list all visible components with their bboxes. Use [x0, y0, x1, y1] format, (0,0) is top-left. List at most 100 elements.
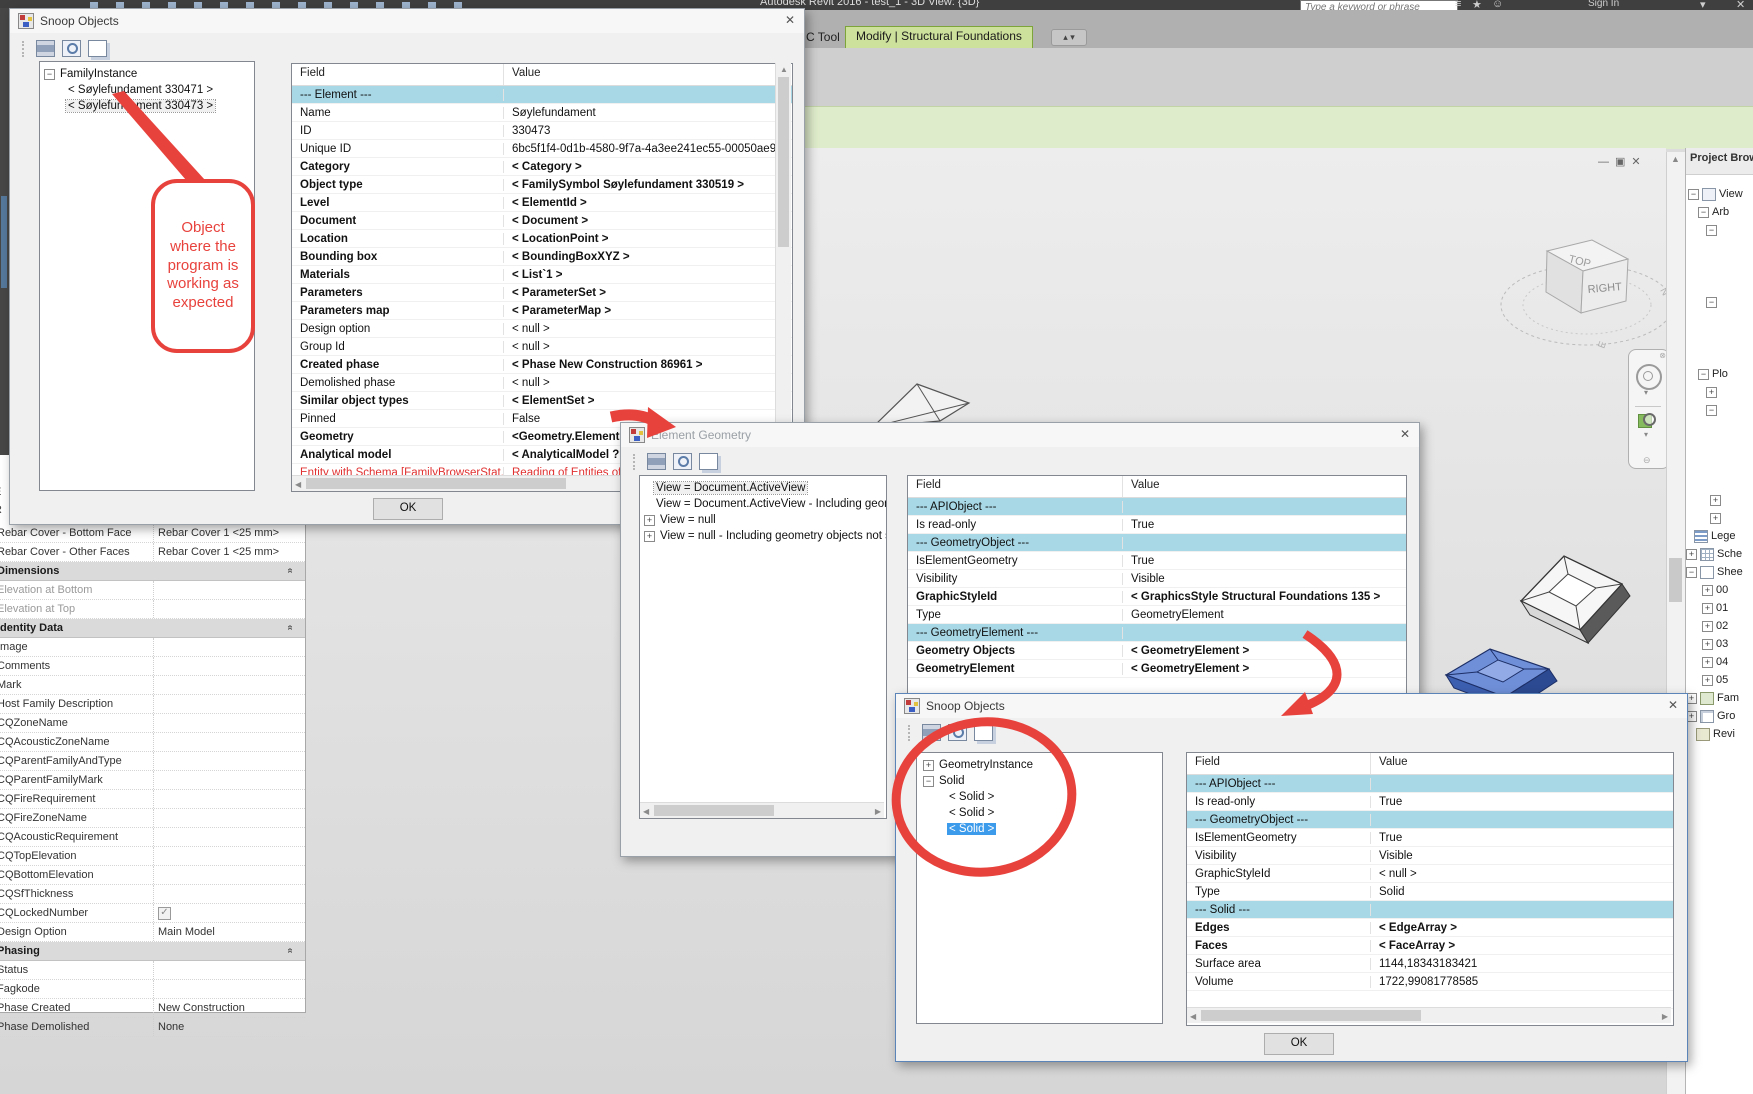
- ribbon-tab-tool[interactable]: C Tool: [806, 30, 840, 44]
- browser-tree-item[interactable]: +01: [1686, 599, 1753, 617]
- palette-row[interactable]: CQSfThickness: [0, 885, 305, 904]
- palette-row[interactable]: CQLockedNumber✓: [0, 904, 305, 923]
- browser-tree-item[interactable]: +02: [1686, 617, 1753, 635]
- tree-expander-icon[interactable]: +: [644, 531, 655, 542]
- palette-row[interactable]: CQParentFamilyAndType: [0, 752, 305, 771]
- palette-row[interactable]: Fagkode: [0, 980, 305, 999]
- scrollbar-thumb[interactable]: [654, 805, 774, 816]
- scroll-left-icon[interactable]: ◀: [1190, 1012, 1196, 1021]
- dialog-title-bar[interactable]: Element Geometry ✕: [621, 423, 1419, 447]
- close-icon[interactable]: ✕: [1400, 427, 1410, 441]
- column-field-header[interactable]: Field: [908, 476, 1123, 497]
- grid-row[interactable]: Group Id< null >: [292, 338, 792, 356]
- snoop2-property-grid[interactable]: FieldValue--- APIObject ---Is read-onlyT…: [1186, 752, 1674, 1026]
- browser-tree-item[interactable]: −: [1686, 401, 1753, 419]
- dialog-title-bar[interactable]: Snoop Objects ✕: [10, 9, 804, 33]
- grid-row[interactable]: TypeGeometryElement: [908, 606, 1406, 624]
- browser-tree-item[interactable]: −Shee: [1686, 563, 1753, 581]
- tree-expander-icon[interactable]: +: [1702, 639, 1713, 650]
- browser-tree-item[interactable]: Lege: [1686, 527, 1753, 545]
- palette-row[interactable]: CQAcousticZoneName: [0, 733, 305, 752]
- grid-row[interactable]: --- GeometryElement ---: [908, 624, 1406, 642]
- grid-row[interactable]: Surface area1144,18343183421: [1187, 955, 1673, 973]
- grid-row[interactable]: Materials< List`1 >: [292, 266, 792, 284]
- navbar-collapse-icon[interactable]: ⊖: [1643, 455, 1651, 466]
- palette-row[interactable]: Elevation at Bottom: [0, 581, 305, 600]
- grid-row[interactable]: Parameters< ParameterSet >: [292, 284, 792, 302]
- grid-row[interactable]: ID330473: [292, 122, 792, 140]
- browser-tree-item[interactable]: Revi: [1686, 725, 1753, 743]
- scrollbar-thumb[interactable]: [1201, 1010, 1421, 1021]
- tree-node-child[interactable]: < Søylefundament 330471 >: [40, 82, 254, 98]
- help-search-input[interactable]: [1300, 0, 1458, 10]
- grid-row[interactable]: --- GeometryObject ---: [1187, 811, 1673, 829]
- scrollbar-thumb[interactable]: [778, 77, 789, 247]
- tree-node-child[interactable]: < Søylefundament 330473 >: [40, 98, 254, 114]
- browser-tree-item[interactable]: −View: [1686, 185, 1753, 203]
- browser-tree-item[interactable]: +05: [1686, 671, 1753, 689]
- grid-row[interactable]: Document< Document >: [292, 212, 792, 230]
- column-value-header[interactable]: Value: [504, 64, 792, 85]
- scrollbar-up-icon[interactable]: ▲: [1671, 154, 1680, 164]
- palette-row[interactable]: CQAcousticRequirement: [0, 828, 305, 847]
- browser-tree-item[interactable]: −Arb: [1686, 203, 1753, 221]
- browser-tree-item[interactable]: +: [1686, 491, 1753, 509]
- palette-row[interactable]: CQFireZoneName: [0, 809, 305, 828]
- browser-tree-item[interactable]: −Plo: [1686, 365, 1753, 383]
- zoom-dropdown-icon[interactable]: ▾: [1644, 430, 1648, 439]
- ok-button[interactable]: OK: [373, 498, 443, 520]
- palette-value[interactable]: Rebar Cover 1 <25 mm>: [154, 546, 305, 558]
- tree-node[interactable]: View = Document.ActiveView - Including g…: [640, 496, 886, 512]
- column-value-header[interactable]: Value: [1123, 476, 1406, 497]
- eg-property-grid[interactable]: FieldValue--- APIObject ---Is read-onlyT…: [907, 475, 1407, 703]
- navbar-close-icon[interactable]: ⊗: [1659, 351, 1666, 360]
- eg-tree-hscrollbar[interactable]: ◀ ▶: [640, 802, 884, 818]
- help-dropdown-icon[interactable]: ▾: [1700, 0, 1706, 10]
- browser-tree-item[interactable]: −: [1686, 221, 1753, 239]
- grid-row[interactable]: IsElementGeometryTrue: [908, 552, 1406, 570]
- print-icon[interactable]: [647, 453, 666, 470]
- grid-row[interactable]: Demolished phase< null >: [292, 374, 792, 392]
- print-preview-icon[interactable]: [62, 40, 81, 57]
- tree-expander-icon[interactable]: +: [1702, 675, 1713, 686]
- browser-tree-item[interactable]: +Sche: [1686, 545, 1753, 563]
- properties-rows[interactable]: Rebar Cover - Bottom FaceRebar Cover 1 <…: [0, 524, 305, 1037]
- palette-row[interactable]: CQTopElevation: [0, 847, 305, 866]
- navigation-bar[interactable]: ⊗ ▾ ▾ ⊖: [1628, 349, 1670, 469]
- tree-expander-icon[interactable]: +: [644, 515, 655, 526]
- tree-expander-icon[interactable]: +: [1710, 495, 1721, 506]
- copy-icon[interactable]: [699, 453, 718, 470]
- ribbon-tab-modify-structural-foundations[interactable]: Modify | Structural Foundations: [845, 26, 1033, 49]
- copy-icon[interactable]: [88, 40, 107, 57]
- grid-row[interactable]: Similar object types< ElementSet >: [292, 392, 792, 410]
- grid-row[interactable]: Level< ElementId >: [292, 194, 792, 212]
- tree-node[interactable]: View = Document.ActiveView: [640, 480, 886, 496]
- account-icon[interactable]: ☺: [1492, 0, 1503, 10]
- palette-row[interactable]: Rebar Cover - Bottom FaceRebar Cover 1 <…: [0, 524, 305, 543]
- tree-node-root[interactable]: −FamilyInstance: [40, 66, 254, 82]
- tree-expander-icon[interactable]: +: [1686, 549, 1697, 560]
- grid-row[interactable]: Bounding box< BoundingBoxXYZ >: [292, 248, 792, 266]
- view-restore-icon[interactable]: ▣: [1615, 156, 1631, 168]
- view-window-controls[interactable]: —▣✕: [1598, 155, 1668, 168]
- palette-value[interactable]: New Construction: [154, 1002, 305, 1014]
- sign-in-label[interactable]: Sign In: [1588, 0, 1619, 9]
- browser-tree-item[interactable]: +Fam: [1686, 689, 1753, 707]
- grid-row[interactable]: Unique ID6bc5f1f4-0d1b-4580-9f7a-4a3ee24…: [292, 140, 792, 158]
- column-field-header[interactable]: Field: [292, 64, 504, 85]
- grid-row[interactable]: Is read-onlyTrue: [1187, 793, 1673, 811]
- grid-row[interactable]: Faces< FaceArray >: [1187, 937, 1673, 955]
- close-icon[interactable]: ✕: [785, 13, 795, 27]
- palette-row[interactable]: CQFireRequirement: [0, 790, 305, 809]
- tree-expander-icon[interactable]: −: [1698, 207, 1709, 218]
- search-go-icon[interactable]: ≡: [1455, 0, 1461, 10]
- palette-row[interactable]: CQBottomElevation: [0, 866, 305, 885]
- tree-node[interactable]: +View = null: [640, 512, 886, 528]
- tree-expander-icon[interactable]: +: [1702, 603, 1713, 614]
- palette-group-header[interactable]: Phasing«: [0, 942, 305, 961]
- tree-expander-icon[interactable]: −: [1688, 189, 1699, 200]
- browser-tree-item[interactable]: +: [1686, 509, 1753, 527]
- tree-node[interactable]: +View = null - Including geometry object…: [640, 528, 886, 544]
- ok-button[interactable]: OK: [1264, 1033, 1334, 1055]
- collapse-chevron-icon[interactable]: «: [285, 568, 296, 574]
